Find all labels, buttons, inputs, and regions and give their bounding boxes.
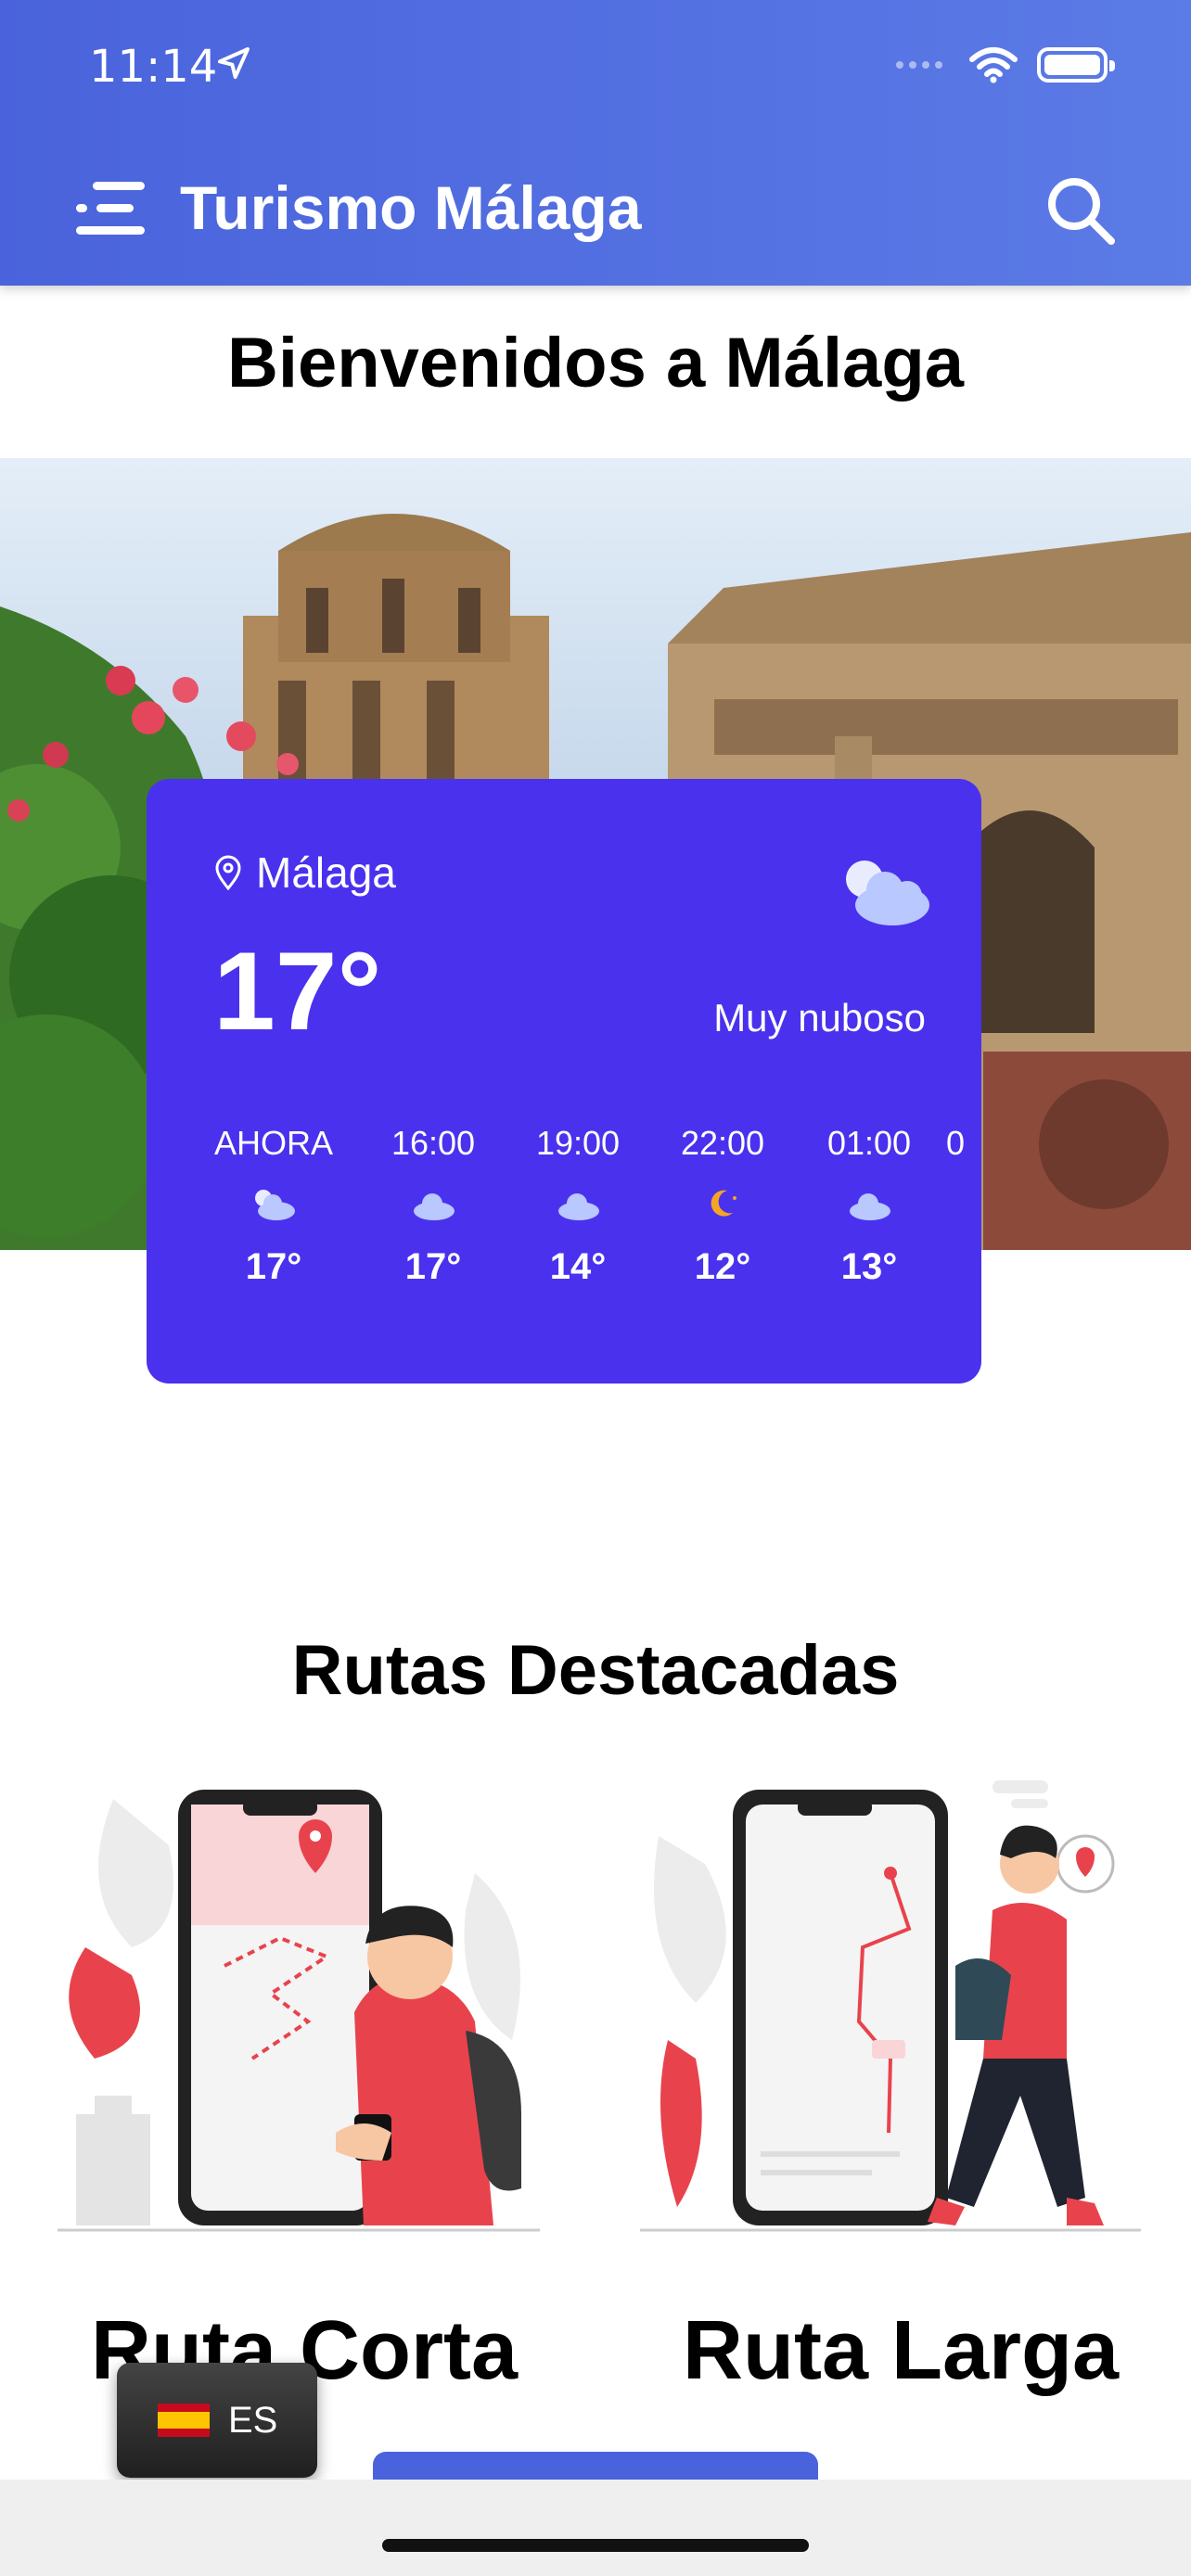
cloud-icon [255,1190,295,1220]
hour-label: 19:00 [535,1124,621,1162]
hour-label: AHORA [213,1124,334,1162]
hour-temp: 13° [840,1246,898,1287]
home-indicator[interactable] [382,2539,809,2552]
weather-condition: Muy nuboso [713,996,926,1039]
welcome-heading: Bienvenidos a Málaga [226,324,965,402]
hourly-item: 16:00 17° [373,1124,493,1288]
moon-icon [711,1190,736,1217]
app-header: 11:14 Turismo Málaga [0,0,1191,286]
language-code: ES [228,2399,278,2441]
hour-label: 0 [946,1124,966,1162]
weather-card[interactable]: Málaga 17° Muy nuboso AHORA 17° 16:00 17… [147,779,981,1384]
cloudy-icon [846,861,929,925]
location-pin-icon [215,855,241,890]
menu-icon[interactable] [76,176,148,241]
hour-temp: 17° [404,1246,462,1287]
status-time: 11:14 [89,41,218,93]
route-label-long[interactable]: Ruta Larga [683,2303,1119,2399]
language-selector[interactable]: ES [117,2363,317,2478]
weather-location-name: Málaga [256,848,396,897]
weather-temperature: 17° [213,929,382,1053]
bottom-bar [0,2480,1191,2576]
battery-icon [1037,47,1115,83]
route-short-illustration [58,1790,540,2232]
hourly-item: 0 [946,1124,981,1168]
app-title: Turismo Málaga [180,173,642,242]
search-icon[interactable] [1043,172,1119,249]
hourly-item: 01:00 13° [809,1124,929,1288]
hourly-item: 19:00 14° [518,1124,638,1288]
cloud-icon [558,1193,599,1220]
route-card-long[interactable] [640,1762,1159,2244]
spain-flag-icon [158,2404,210,2437]
hour-temp: 14° [549,1246,607,1287]
hour-label: 01:00 [826,1124,912,1162]
hourly-forecast[interactable]: AHORA 17° 16:00 17° 19:00 14° 22:00 12° … [213,1124,981,1309]
signal-icon [896,61,942,69]
hourly-item: AHORA 17° [213,1124,334,1288]
hourly-item: 22:00 12° [662,1124,783,1288]
route-long-illustration [640,1780,1141,2232]
route-card-short[interactable] [58,1762,577,2244]
hour-temp: 12° [694,1246,751,1287]
hour-label: 22:00 [680,1124,765,1162]
wifi-icon [969,47,1018,83]
weather-location: Málaga [213,848,396,898]
routes-heading: Rutas Destacadas [291,1631,900,1710]
location-arrow-icon [218,47,250,79]
hour-label: 16:00 [391,1124,476,1162]
cloud-icon [414,1193,455,1220]
status-icons [894,46,1115,83]
cloud-icon [850,1193,890,1220]
hour-temp: 17° [245,1246,302,1287]
